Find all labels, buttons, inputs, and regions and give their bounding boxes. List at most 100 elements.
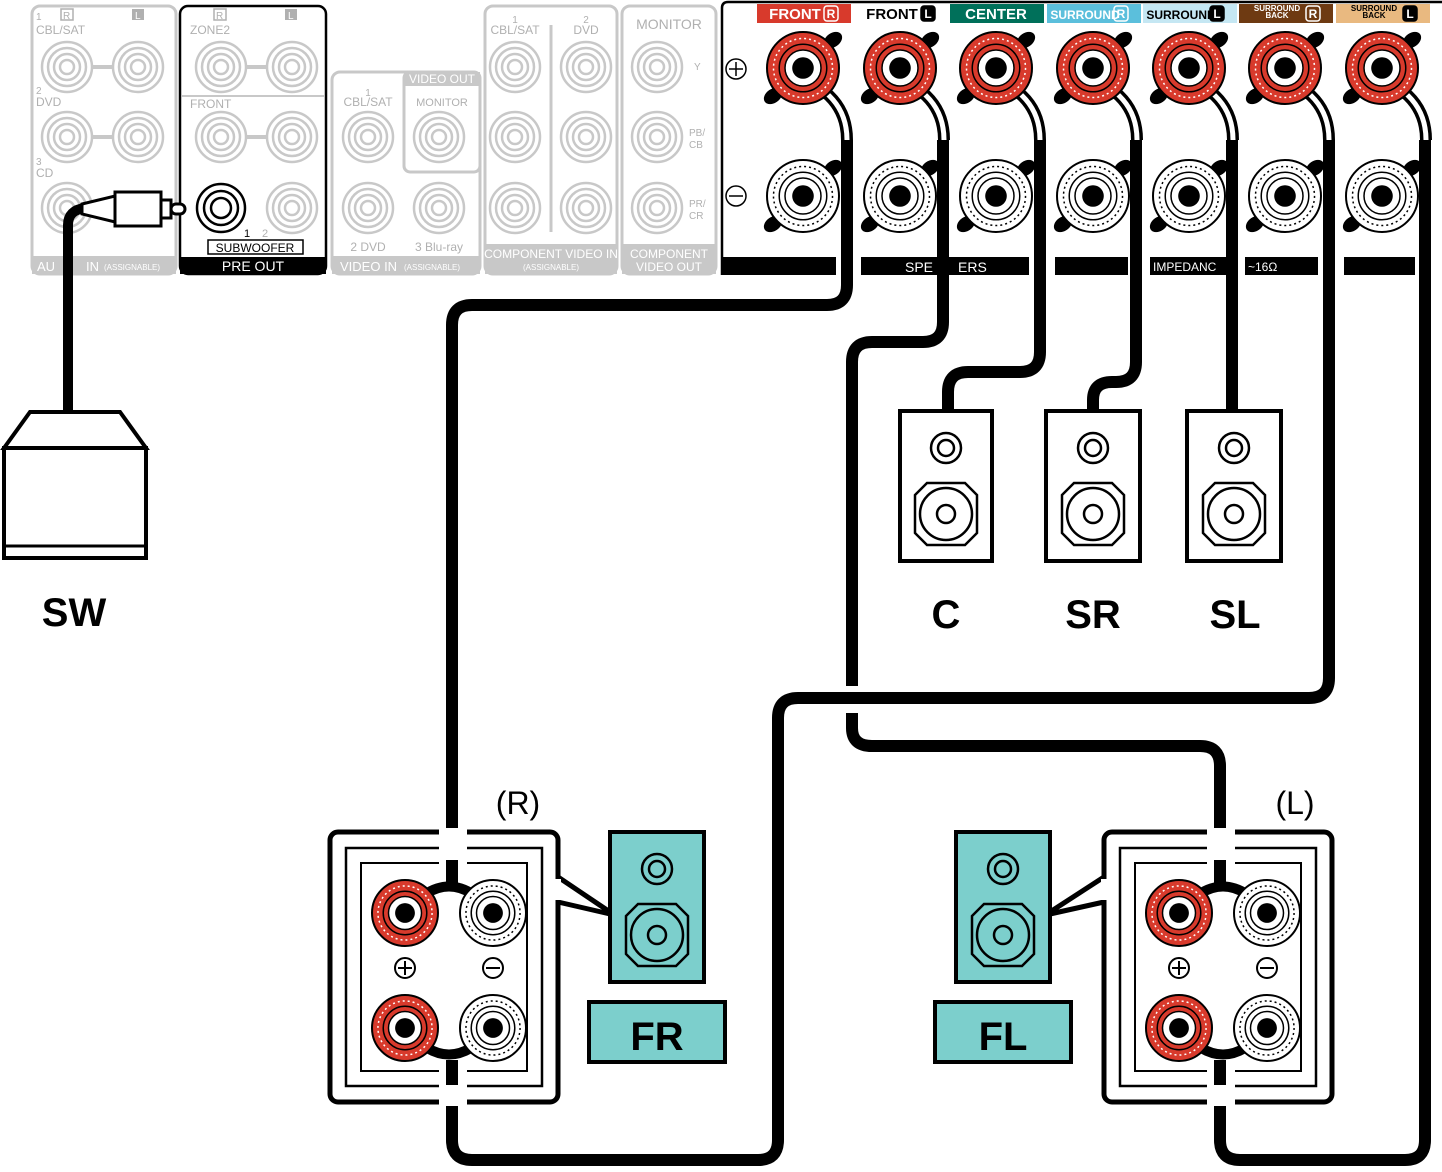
rca-jack[interactable] [559,110,613,164]
speaker-terminal-plus[interactable] [863,31,937,105]
rca-jack[interactable] [412,110,466,164]
channel-name: CENTER [965,6,1027,23]
channel-name: SURROUND [1050,8,1120,22]
diagram-canvas: 1 R L CBL/SAT 2 DVD 3 CD AU IN (ASSIGNAB… [0,0,1442,1166]
front-right-cabinet [608,830,706,984]
label-dvd: 2 DVD [350,240,386,254]
speaker-labels: C SR SL [932,593,1261,637]
label-dvd: DVD [36,95,62,109]
surround-right-speaker [1044,409,1142,563]
speaker-terminal-plus[interactable] [1145,879,1213,947]
sub-1-label: 1 [244,228,250,240]
assignable-label: (ASSIGNABLE) [523,263,579,272]
zone2-label: ZONE2 [190,23,230,37]
channel-name: BACK [1265,11,1288,20]
front-left-cabinet [954,830,1052,984]
label-cbl-sat: CBL/SAT [36,23,86,37]
channel-side: R [1117,7,1126,21]
rca-jack[interactable] [111,110,165,164]
speaker-terminal-plus[interactable] [766,31,840,105]
label-cbl-sat: CBL/SAT [343,95,393,109]
impedance-value: ~16Ω [1248,260,1277,274]
rca-jack[interactable] [488,40,542,94]
c-label: C [932,593,961,637]
rca-jack[interactable] [40,40,94,94]
video-out-label: VIDEO OUT [409,72,476,86]
channel-name: FRONT [866,6,918,23]
channel-side: R [1309,7,1318,21]
speaker-terminal-minus[interactable] [766,159,840,233]
sw-label: SW [42,591,107,635]
rca-jack[interactable] [341,181,395,235]
speaker-terminal-plus[interactable] [1056,31,1130,105]
label-r: R [63,11,70,22]
label-cbl-sat: CBL/SAT [490,23,540,37]
label-bluray: 3 Blu-ray [415,240,463,254]
front-left-label: FL [979,1015,1028,1059]
front-left: FL (L) [933,785,1335,1106]
front-right-side-label: (R) [496,785,540,821]
rca-jack[interactable] [630,110,684,164]
rca-jack[interactable] [111,40,165,94]
subwoofer-speaker [0,410,150,560]
sl-label: SL [1209,593,1260,637]
channel-side: L [1213,7,1220,21]
rca-jack[interactable] [341,110,395,164]
label-cd: CD [36,166,54,180]
speaker-terminal-minus[interactable] [1248,159,1322,233]
speaker-terminal-plus[interactable] [371,994,439,1062]
assignable-label: (ASSIGNABLE) [404,263,460,272]
front-preout-label: FRONT [190,97,232,111]
speaker-terminal-minus[interactable] [1233,994,1301,1062]
impedance-label: IMPEDANC [1153,260,1217,274]
speaker-terminal-minus[interactable] [459,994,527,1062]
cb-label: CB [689,140,703,151]
rca-jack[interactable] [559,40,613,94]
channel-label-4: SURROUNDL [1143,4,1237,23]
speaker-terminal-minus[interactable] [1152,159,1226,233]
channel-name: SURROUND [1146,8,1216,22]
speaker-terminal-plus[interactable] [959,31,1033,105]
channel-side: L [924,7,931,21]
rca-jack[interactable] [630,40,684,94]
channel-label-6: SURROUNDBACK L [1336,4,1430,23]
rca-jack[interactable] [488,181,542,235]
component-out-footer: COMPONENT [630,247,709,261]
speaker-terminal-plus[interactable] [1152,31,1226,105]
channel-side: L [1406,7,1413,21]
speaker-terminal-minus[interactable] [863,159,937,233]
rca-jack[interactable] [412,181,466,235]
speaker-terminal-minus[interactable] [1056,159,1130,233]
rca-jack[interactable] [40,110,94,164]
channel-label-2: CENTER [950,4,1044,23]
cr-label: CR [689,211,703,222]
channel-label-3: SURROUNDR [1047,4,1141,23]
speakers-label: ERS [958,259,987,275]
speaker-terminal-minus[interactable] [959,159,1033,233]
y-label: Y [694,62,701,73]
front-right: FR (R) [327,785,727,1106]
speaker-terminal-plus[interactable] [1145,994,1213,1062]
speaker-terminal-plus[interactable] [371,879,439,947]
channel-side: R [827,7,836,21]
speaker-terminal-minus[interactable] [1233,879,1301,947]
pr-label: PR/ [689,199,706,210]
speaker-terminal-minus[interactable] [459,879,527,947]
channel-label-5: SURROUNDBACK R [1239,4,1333,23]
speakers-label: SPE [905,259,933,275]
speaker-terminal-plus[interactable] [1248,31,1322,105]
surround-left-speaker [1185,409,1283,563]
front-right-label: FR [630,1015,683,1059]
speaker-terminal-plus[interactable] [1345,31,1419,105]
channel-label-0: FRONT R [757,4,851,23]
pre-out-footer-label: PRE OUT [222,258,285,274]
pb-label: PB/ [689,128,705,139]
front-left-side-label: (L) [1275,785,1314,821]
label-l: L [135,11,141,22]
rca-jack[interactable] [630,181,684,235]
speaker-terminal-minus[interactable] [1345,159,1419,233]
rca-jack[interactable] [559,181,613,235]
audio-in-footer: IN [86,259,99,274]
rca-jack[interactable] [488,110,542,164]
label-dvd: DVD [573,23,599,37]
